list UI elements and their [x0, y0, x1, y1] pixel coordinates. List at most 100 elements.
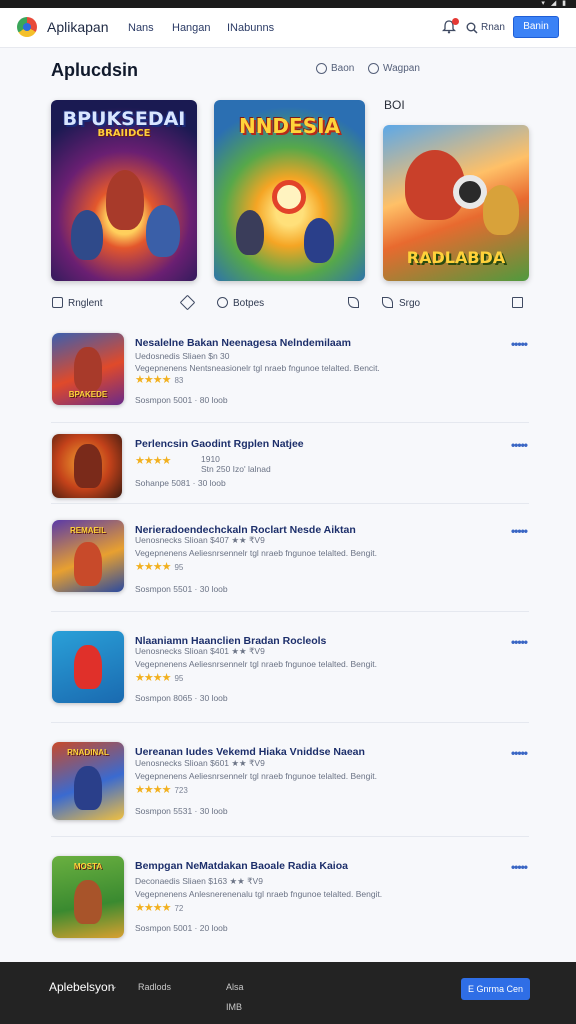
hero-figure: [74, 347, 102, 391]
footer-link-2[interactable]: Alsa: [226, 982, 244, 992]
app-list-item[interactable]: BPAKEDE Nesalelne Bakan Neenagesa Nelnde…: [51, 333, 529, 423]
app-title[interactable]: Bempgan NeMatdakan Baoale Radia Kaioa: [135, 860, 348, 872]
hero-figure: [106, 170, 144, 230]
ball-emblem: [453, 175, 487, 209]
app-list-item[interactable]: REMAEIL Nerieradoendechckaln Roclart Nes…: [51, 520, 529, 612]
share-icon[interactable]: [348, 297, 359, 308]
app-logo-icon[interactable]: [17, 17, 37, 37]
footer-link-3[interactable]: IMB: [226, 1002, 242, 1012]
more-options-icon[interactable]: •••••: [511, 524, 528, 538]
thumbnail-caption: MOSTA: [73, 862, 103, 871]
hero-figure: [146, 205, 180, 257]
tag-icon[interactable]: [179, 294, 196, 311]
app-meta: Sosmpon 5001 · 20 loob: [135, 923, 228, 933]
target-emblem: [272, 180, 306, 214]
hero-figure: [74, 880, 102, 924]
hero-figure: [304, 218, 334, 263]
footer-brand[interactable]: Aplebelsyon: [49, 980, 114, 994]
more-options-icon[interactable]: •••••: [511, 746, 528, 760]
nav-link-2[interactable]: Hangan: [172, 22, 211, 34]
search-icon[interactable]: [466, 22, 478, 34]
app-thumbnail[interactable]: [52, 631, 124, 703]
app-thumbnail[interactable]: MOSTA: [52, 856, 124, 938]
header-action-2[interactable]: Wagpan: [383, 63, 420, 74]
footer-link-1[interactable]: Radlods: [138, 982, 171, 992]
cover-title: NNDESIA: [238, 114, 341, 138]
more-options-icon[interactable]: •••••: [511, 438, 528, 452]
app-thumbnail[interactable]: BPAKEDE: [52, 333, 124, 405]
star-rating: ★★★★: [135, 455, 171, 467]
nav-link-1[interactable]: Nans: [128, 22, 154, 34]
app-thumbnail[interactable]: REMAEIL: [52, 520, 124, 592]
filter-icon[interactable]: [368, 63, 379, 74]
more-options-icon[interactable]: •••••: [511, 337, 528, 351]
brand-name[interactable]: Aplikapan: [47, 19, 109, 35]
more-options-icon[interactable]: •••••: [511, 635, 528, 649]
app-thumbnail[interactable]: [52, 434, 122, 498]
cover-title: RADLABDA: [406, 248, 506, 267]
app-meta: Sosmpon 8065 · 30 loob: [135, 693, 228, 703]
hero-figure: [74, 444, 102, 488]
action-label-1[interactable]: Rnglent: [68, 298, 102, 309]
app-meta: Sosmpon 5501 · 30 loob: [135, 584, 228, 594]
featured-cover-2[interactable]: NNDESIA: [214, 100, 365, 281]
app-description: Vegepnenens Nentsneasionelr tgl nraeb fn…: [135, 363, 380, 373]
app-thumbnail[interactable]: RNADINAL: [52, 742, 124, 820]
star-rating: ★★★★ 95: [135, 561, 184, 573]
hero-figure: [483, 185, 519, 235]
app-title[interactable]: Perlencsin Gaodint Rgplen Natjee: [135, 438, 304, 450]
app-subtitle: Uenosnecks Slioan $401 ★★ ₹V9: [135, 646, 265, 656]
app-description: Vegepnenens Anlesnerenenalu tgl nraeb fn…: [135, 889, 383, 899]
app-meta: Sosmpon 5531 · 30 loob: [135, 806, 228, 816]
action-label-2[interactable]: Botpes: [233, 298, 264, 309]
app-list-item[interactable]: RNADINAL Uereanan Iudes Vekemd Hiaka Vni…: [51, 742, 529, 837]
app-description: Vegepnenens Aeliesnrsennelr tgl nraeb fn…: [135, 548, 377, 558]
thumbnail-caption: BPAKEDE: [68, 390, 108, 399]
hero-figure: [236, 210, 264, 255]
app-meta: Sohanpe 5081 · 30 loob: [135, 478, 226, 488]
app-subtitle: 1910: [201, 454, 220, 464]
share-icon[interactable]: [382, 297, 393, 308]
footer-bar: Aplebelsyon ⌄ Radlods Alsa IMB E Gnrma C…: [0, 962, 576, 1024]
star-rating: ★★★★ 83: [135, 374, 184, 386]
year-badge: BOI: [384, 98, 405, 112]
more-options-icon[interactable]: •••••: [511, 860, 528, 874]
featured-cover-1[interactable]: BPUKSEDAI BRAIIDCE: [51, 100, 197, 281]
star-rating: ★★★★ 723: [135, 784, 188, 796]
action-label-3[interactable]: Srgo: [399, 298, 420, 309]
app-list-item[interactable]: Nlaaniamn Haanclien Bradan Rocleols Ueno…: [51, 631, 529, 723]
app-description: Vegepnenens Aeliesnrsennelr tgl nraeb fn…: [135, 771, 377, 781]
page-title: Aplucdsin: [51, 60, 139, 80]
chevron-down-icon[interactable]: ⌄: [110, 981, 118, 992]
bookmark-icon[interactable]: [52, 297, 63, 308]
sort-icon[interactable]: [316, 63, 327, 74]
notification-dot: [452, 18, 459, 25]
thumbnail-caption: RNADINAL: [67, 748, 109, 757]
app-description: Vegepnenens Aeliesnrsennelr tgl nraeb fn…: [135, 659, 377, 669]
comment-icon[interactable]: [217, 297, 228, 308]
app-title[interactable]: Nesalelne Bakan Neenagesa Nelndemilaam: [135, 337, 351, 349]
app-list-item[interactable]: MOSTA Bempgan NeMatdakan Baoale Radia Ka…: [51, 856, 529, 946]
app-title[interactable]: Uereanan Iudes Vekemd Hiaka Vniddse Naea…: [135, 746, 365, 758]
search-label[interactable]: Rnan: [481, 22, 505, 33]
hero-figure: [71, 210, 103, 260]
header-action-1[interactable]: Baon: [331, 63, 354, 74]
footer-cta-button[interactable]: E Gnrma Cen: [461, 978, 530, 1000]
hero-figure: [74, 766, 102, 810]
signin-button[interactable]: Banin: [513, 16, 559, 38]
nav-link-3[interactable]: INabunns: [227, 22, 274, 34]
app-subtitle: Uenosnecks Slioan $407 ★★ ₹V9: [135, 535, 265, 545]
rating-count: 95: [174, 563, 184, 572]
hero-figure: [74, 645, 102, 689]
app-list-item[interactable]: Perlencsin Gaodint Rgplen Natjee ★★★★ 19…: [51, 434, 529, 504]
save-icon[interactable]: [512, 297, 523, 308]
app-subtitle: Deconaedis Sliaen $163 ★★ ₹V9: [135, 876, 263, 886]
rating-count: 723: [174, 786, 188, 795]
featured-cover-3[interactable]: RADLABDA: [383, 125, 529, 281]
status-bar: ▾ ◢ ▮: [0, 0, 576, 8]
app-description: Stn 250 Izo' lalnad: [201, 464, 271, 474]
app-subtitle: Uenosnecks Slioan $601 ★★ ₹V9: [135, 758, 265, 768]
top-app-bar: Aplikapan Nans Hangan INabunns Rnan Bani…: [0, 8, 576, 48]
rating-count: 83: [174, 376, 184, 385]
status-icons: ▾ ◢ ▮: [541, 0, 568, 7]
